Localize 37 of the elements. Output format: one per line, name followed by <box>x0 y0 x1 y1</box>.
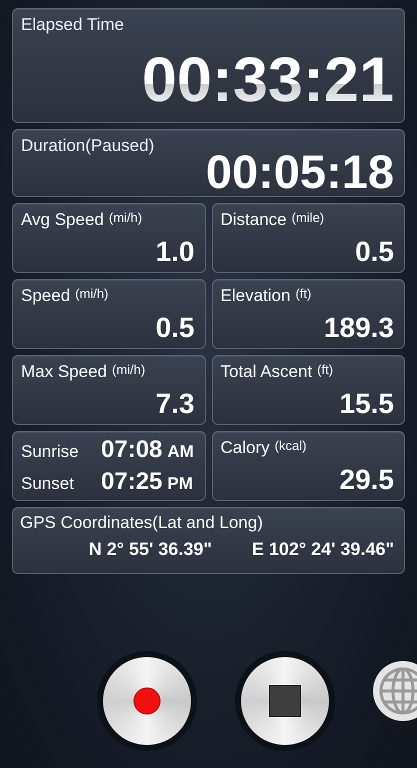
metric-label: Avg Speed <box>21 210 104 230</box>
longitude: E 102° 24' 39.46" <box>252 539 394 560</box>
metric-label: Max Speed <box>21 362 107 382</box>
time-period: PM <box>167 474 193 494</box>
unit-label: (mile) <box>292 210 324 225</box>
time-period: AM <box>167 442 194 462</box>
latitude: N 2° 55' 36.39" <box>88 539 212 560</box>
sun-label: Sunrise <box>21 442 80 462</box>
metric-label: Calory <box>220 438 270 458</box>
unit-label: (mi/h) <box>75 286 108 301</box>
panel-label: Elapsed Time <box>21 15 124 35</box>
unit-label: (mi/h) <box>112 362 146 377</box>
gps-label: GPS Coordinates(Lat and Long) <box>20 513 263 533</box>
metric-label: Elevation <box>220 286 290 306</box>
metric-label: Speed <box>21 286 70 306</box>
globe-button[interactable] <box>373 661 417 721</box>
metric-value: 0.5 <box>355 236 394 268</box>
sun-time: 07:25 <box>101 468 162 496</box>
globe-icon <box>378 666 417 716</box>
sun-time: 07:08 <box>101 436 162 464</box>
paused-duration: 00:05:18 <box>206 148 394 195</box>
unit-label: (mi/h) <box>108 210 142 225</box>
metric-value: 189.3 <box>324 312 394 344</box>
sun-label: Sunset <box>21 474 75 494</box>
metric-value: 1.0 <box>156 236 194 268</box>
stop-square-icon <box>269 685 301 717</box>
record-dot-icon <box>133 687 161 715</box>
unit-label: (kcal) <box>274 438 306 453</box>
metric-label: Distance <box>220 210 287 230</box>
metric-label: Total Ascent <box>220 362 312 382</box>
unit-label: (ft) <box>317 362 334 377</box>
metric-value: 7.3 <box>156 388 194 420</box>
unit-label: (ft) <box>295 286 312 301</box>
panel-label: Duration(Paused) <box>21 136 154 156</box>
metric-value: 0.5 <box>156 312 194 344</box>
metric-value: 15.5 <box>340 388 394 420</box>
metric-value: 29.5 <box>340 464 394 496</box>
